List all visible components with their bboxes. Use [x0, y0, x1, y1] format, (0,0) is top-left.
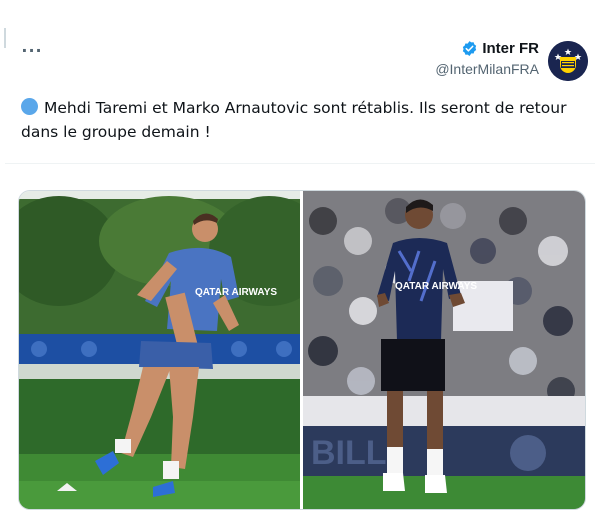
author-name[interactable]: Inter FR [482, 40, 539, 57]
media-grid: QATAR AIRWAYS BILL QATAR AIRWAYS [18, 190, 586, 510]
top-strip [0, 0, 601, 28]
more-options-button[interactable]: ··· [19, 42, 45, 60]
card-edge [4, 28, 6, 48]
sponsor-logo-text: QATAR AIRWAYS [395, 281, 477, 292]
photo-arnautovic[interactable]: QATAR AIRWAYS [19, 191, 300, 509]
svg-text:BILL: BILL [311, 434, 387, 472]
author-block[interactable]: Inter FR @InterMilanFRA [435, 40, 539, 77]
photo-taremi[interactable]: BILL QATAR AIRWAYS [303, 191, 585, 509]
avatar[interactable] [548, 41, 588, 81]
author-handle[interactable]: @InterMilanFRA [435, 61, 539, 77]
tweet-text-body: Mehdi Taremi et Marko Arnautovic sont ré… [21, 99, 567, 141]
author-name-row: Inter FR [435, 40, 539, 57]
tweet-text: Mehdi Taremi et Marko Arnautovic sont ré… [21, 96, 581, 144]
blue-circle-emoji-icon [21, 98, 38, 115]
verified-badge-icon [461, 40, 478, 57]
divider [5, 163, 595, 164]
sponsor-logo-text: QATAR AIRWAYS [195, 287, 277, 298]
